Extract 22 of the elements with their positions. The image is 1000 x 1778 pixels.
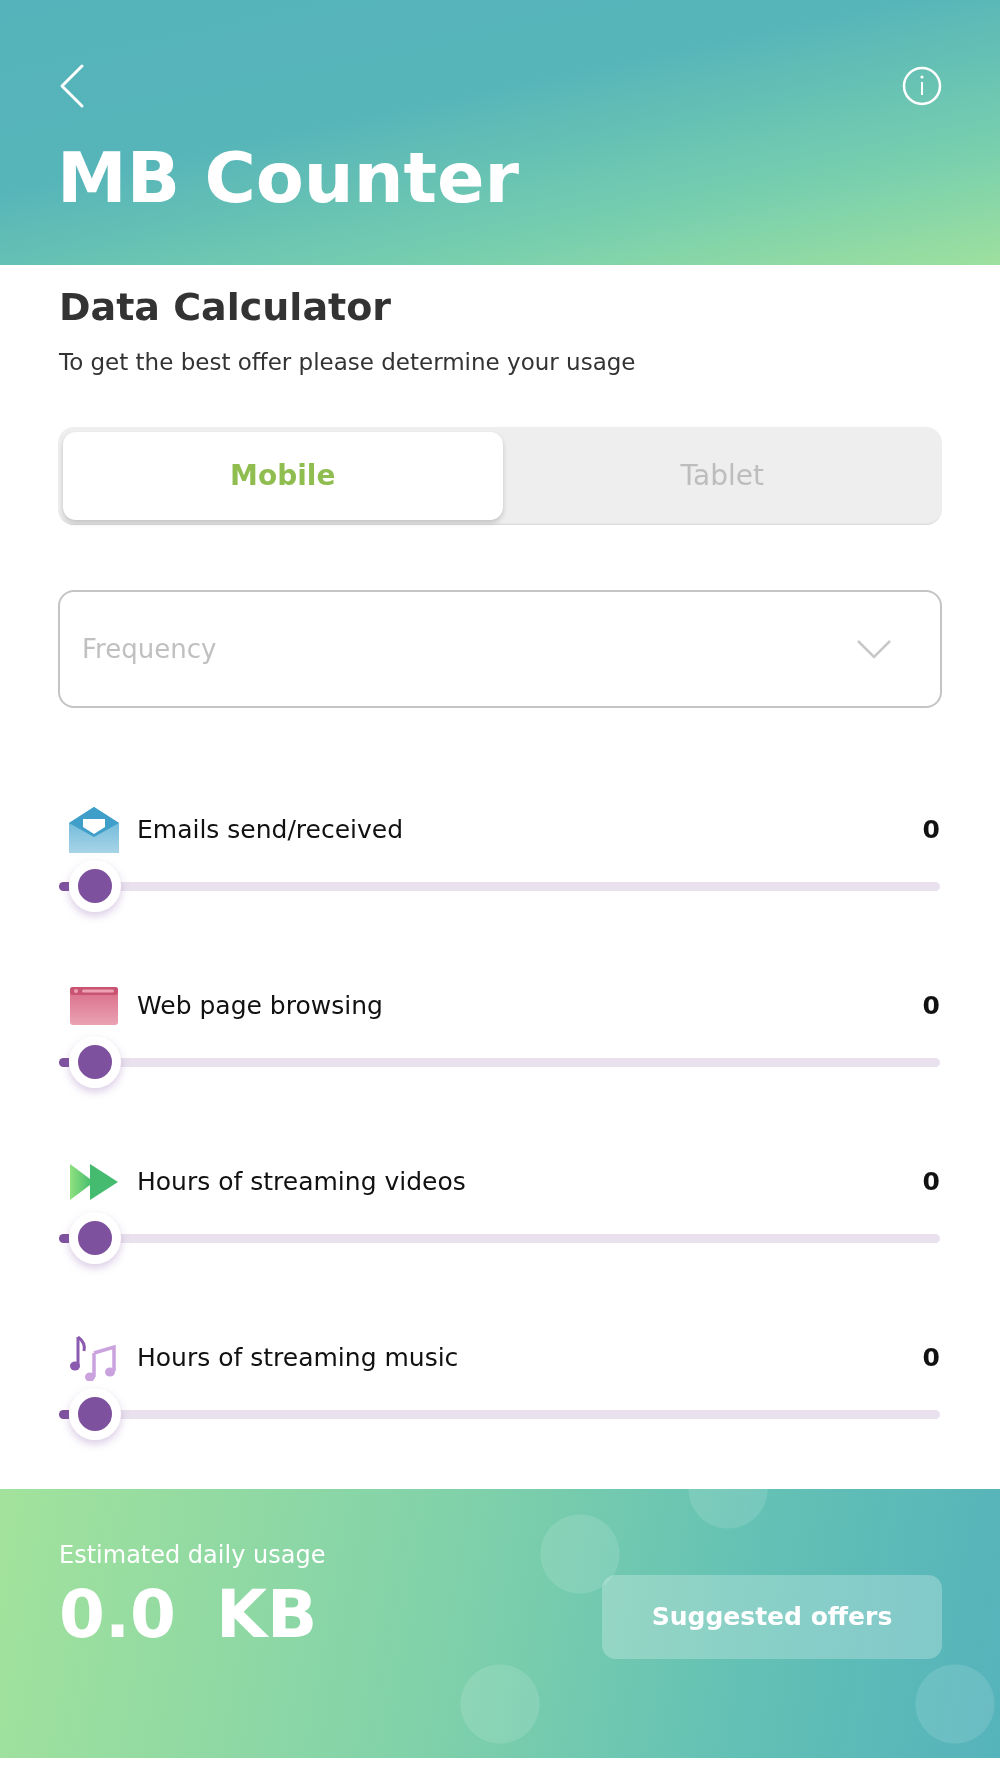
usage-value: 0 <box>922 815 940 845</box>
suggested-offers-button[interactable]: Suggested offers <box>602 1574 942 1659</box>
usage-label: Web page browsing <box>137 991 384 1021</box>
music-notes-icon <box>70 1334 118 1381</box>
chevron-down-icon <box>856 638 892 659</box>
usage-label: Hours of streaming music <box>137 1343 460 1373</box>
usage-label: Hours of streaming videos <box>137 1167 467 1197</box>
app-title: MB Counter <box>56 136 520 217</box>
fast-forward-icon <box>70 1163 118 1200</box>
usage-value: 0 <box>922 991 940 1021</box>
device-tab[interactable]: Mobile <box>63 431 503 520</box>
usage-value: 0 <box>922 1167 940 1197</box>
usage-label: Emails send/received <box>137 815 405 845</box>
frequency-dropdown[interactable]: Frequency <box>58 589 942 708</box>
section-heading: Data Calculator <box>59 285 393 331</box>
usage-unit: KB <box>215 1578 318 1652</box>
usage-value: 0 <box>922 1343 940 1373</box>
browser-window-icon <box>70 986 118 1025</box>
usage-amount: 0.0 <box>59 1578 176 1652</box>
usage-caption: Estimated daily usage <box>59 1540 326 1569</box>
section-subtitle: To get the best offer please determine your usage <box>59 348 637 375</box>
envelope-icon <box>69 806 119 853</box>
